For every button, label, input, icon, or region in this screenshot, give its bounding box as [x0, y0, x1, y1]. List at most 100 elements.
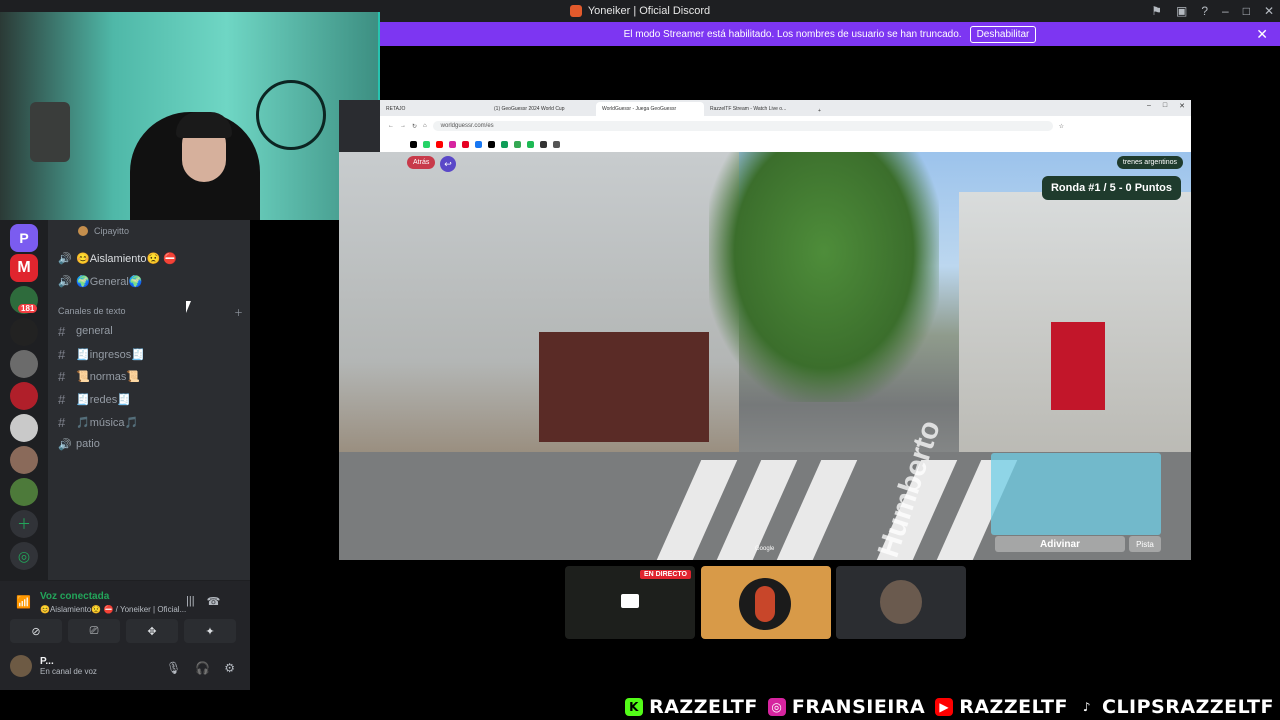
server-icon-brown[interactable]	[10, 446, 38, 474]
bookmark-sheets-icon[interactable]	[501, 140, 508, 148]
username: P...	[40, 656, 54, 667]
soundboard-button[interactable]: ✦	[184, 619, 236, 643]
voice-status[interactable]: Voz conectada	[40, 591, 109, 602]
window-title: Yoneiker | Oficial Discord	[569, 5, 710, 17]
channel-label: 📜normas📜	[76, 370, 141, 383]
avatar[interactable]	[10, 655, 32, 677]
back-button[interactable]: Atrás	[407, 156, 436, 169]
bookmark-x2-icon[interactable]	[488, 140, 495, 148]
url-input[interactable]: worldguessr.com/es	[432, 121, 1053, 131]
server-icon-green[interactable]: 181	[10, 286, 38, 314]
settings-gear-icon[interactable]: ⚙	[224, 661, 235, 675]
server-icon-p[interactable]: P	[10, 224, 38, 252]
server-icon-m[interactable]: M	[10, 254, 38, 282]
channel-label: 😊Aislamiento😟 ⛔	[76, 252, 178, 265]
text-channel-musica[interactable]: # 🎵música🎵	[58, 412, 243, 432]
back-arrow-icon[interactable]: ←	[388, 123, 394, 129]
user-area[interactable]: P... En canal de voz	[10, 655, 97, 677]
headphones-icon[interactable]: 🎧	[195, 661, 210, 675]
bookmark-folder-icon[interactable]	[553, 140, 560, 148]
reload-icon[interactable]: ↻	[412, 123, 417, 130]
bookmark-x-icon[interactable]	[410, 140, 417, 148]
browser-minimize-icon[interactable]: –	[1147, 102, 1151, 110]
minimize-icon[interactable]: –	[1222, 4, 1229, 18]
text-channel-general[interactable]: # general	[58, 321, 243, 341]
new-tab-icon[interactable]: +	[812, 108, 827, 116]
server-icon-light[interactable]	[10, 414, 38, 442]
bookmark-facebook-icon[interactable]	[475, 140, 482, 148]
add-channel-icon[interactable]: ＋	[234, 306, 243, 319]
bookmark-youtube-icon[interactable]	[436, 140, 443, 148]
maximize-icon[interactable]: □	[1243, 4, 1250, 18]
bookmark-star-icon[interactable]: ☆	[1059, 123, 1064, 130]
help-icon[interactable]: ?	[1201, 4, 1208, 18]
kick-icon: K	[625, 698, 644, 716]
minimap[interactable]	[991, 453, 1161, 535]
text-channel-normas[interactable]: # 📜normas📜	[58, 366, 243, 386]
share-screen-button[interactable]: ⎚	[68, 619, 120, 643]
text-channel-redes[interactable]: # 🧾redes🧾	[58, 389, 243, 409]
camera-off-button[interactable]: ⊘	[10, 619, 62, 643]
category-text-channels[interactable]: Canales de texto ＋	[58, 306, 243, 319]
bookmark-instagram-icon[interactable]	[449, 140, 456, 148]
inbox-icon[interactable]: ⚑	[1151, 4, 1162, 18]
channel-label: 🎵música🎵	[76, 416, 139, 429]
stream-tile-avatar[interactable]	[836, 566, 966, 639]
member-avatar	[78, 226, 88, 236]
voice-location[interactable]: 😊Aislamiento😟 ⛔ / Yoneiker | Oficial...	[40, 605, 190, 614]
map-chip[interactable]: trenes argentinos	[1116, 156, 1183, 169]
bookmark-green-icon[interactable]	[514, 140, 521, 148]
server-icon-gray[interactable]	[10, 350, 38, 378]
browser-tab-active[interactable]: WorldGuessr - Juega GeoGuessr	[596, 102, 704, 116]
browser-maximize-icon[interactable]: □	[1163, 102, 1167, 110]
forward-arrow-icon[interactable]: →	[400, 123, 406, 129]
disable-streamer-button[interactable]: Deshabilitar	[969, 25, 1037, 43]
undo-icon[interactable]: ↩	[440, 156, 456, 172]
shop-front	[539, 332, 709, 442]
voice-member-name: Cipayitto	[94, 226, 130, 236]
bookmark-pinterest-icon[interactable]	[462, 140, 469, 148]
add-server-icon[interactable]: ＋	[10, 510, 38, 538]
unread-badge: 181	[18, 304, 38, 313]
close-icon[interactable]: ✕	[1256, 26, 1268, 43]
server-logo-icon	[569, 5, 582, 17]
bookmark-dark-icon[interactable]	[540, 140, 547, 148]
tab-label: (1) GeoGuessr 2024 World Cup	[494, 106, 565, 112]
bookmark-whatsapp-icon[interactable]	[423, 140, 430, 148]
stream-tile-screen[interactable]: EN DIRECTO	[565, 566, 695, 639]
browser-tab[interactable]: RETAJO	[380, 102, 488, 116]
trees	[709, 152, 939, 402]
bookmark-spotify-icon[interactable]	[527, 140, 534, 148]
activities-button[interactable]: ✥	[126, 619, 178, 643]
social-footer: K RAZZELTF ◎ FRANSIEIRA ▶ RAZZELTF ♪ CLI…	[0, 694, 1280, 720]
lamp-shape	[30, 102, 70, 162]
stream-tile-hotdog[interactable]	[701, 566, 831, 639]
disconnect-icon[interactable]: ☎	[207, 595, 221, 608]
server-icon-olive[interactable]	[10, 478, 38, 506]
category-label: Canales de texto	[58, 306, 126, 316]
voice-panel: 📶 Voz conectada 😊Aislamiento😟 ⛔ / Yoneik…	[0, 580, 250, 690]
text-channel-ingresos[interactable]: # 🧾ingresos🧾	[58, 344, 243, 364]
hint-button[interactable]: Pista	[1129, 536, 1161, 552]
browser-tab[interactable]: (1) GeoGuessr 2024 World Cup	[488, 102, 596, 116]
microphone-icon[interactable]: 🎙	[166, 661, 181, 675]
youtube-icon: ▶	[935, 698, 954, 716]
monitor-icon	[621, 594, 639, 608]
discover-compass-icon[interactable]: ◎	[10, 542, 38, 570]
hash-icon: #	[58, 368, 66, 384]
server-icon-red[interactable]	[10, 382, 38, 410]
close-window-icon[interactable]: ✕	[1264, 4, 1274, 18]
home-icon[interactable]: ⌂	[423, 123, 427, 129]
channel-label: 🧾redes🧾	[76, 393, 131, 406]
guess-button[interactable]: Adivinar	[995, 536, 1125, 552]
screen-icon[interactable]: ▣	[1176, 4, 1187, 18]
noise-suppression-icon[interactable]: |||	[186, 595, 195, 608]
server-icon-skull[interactable]	[10, 318, 38, 346]
voice-channel-patio[interactable]: 🔊 patio	[58, 434, 243, 454]
voice-member[interactable]: Cipayitto	[78, 226, 129, 236]
footer-tiktok: ♪ CLIPSRAZZELTF	[1078, 696, 1274, 718]
browser-tab[interactable]: RazzelTF Stream - Watch Live o...	[704, 102, 812, 116]
voice-channel-general[interactable]: 🔊 🌍General🌍	[58, 271, 243, 291]
voice-channel-aislamiento[interactable]: 🔊 😊Aislamiento😟 ⛔	[58, 248, 243, 268]
browser-close-icon[interactable]: ✕	[1179, 102, 1185, 110]
